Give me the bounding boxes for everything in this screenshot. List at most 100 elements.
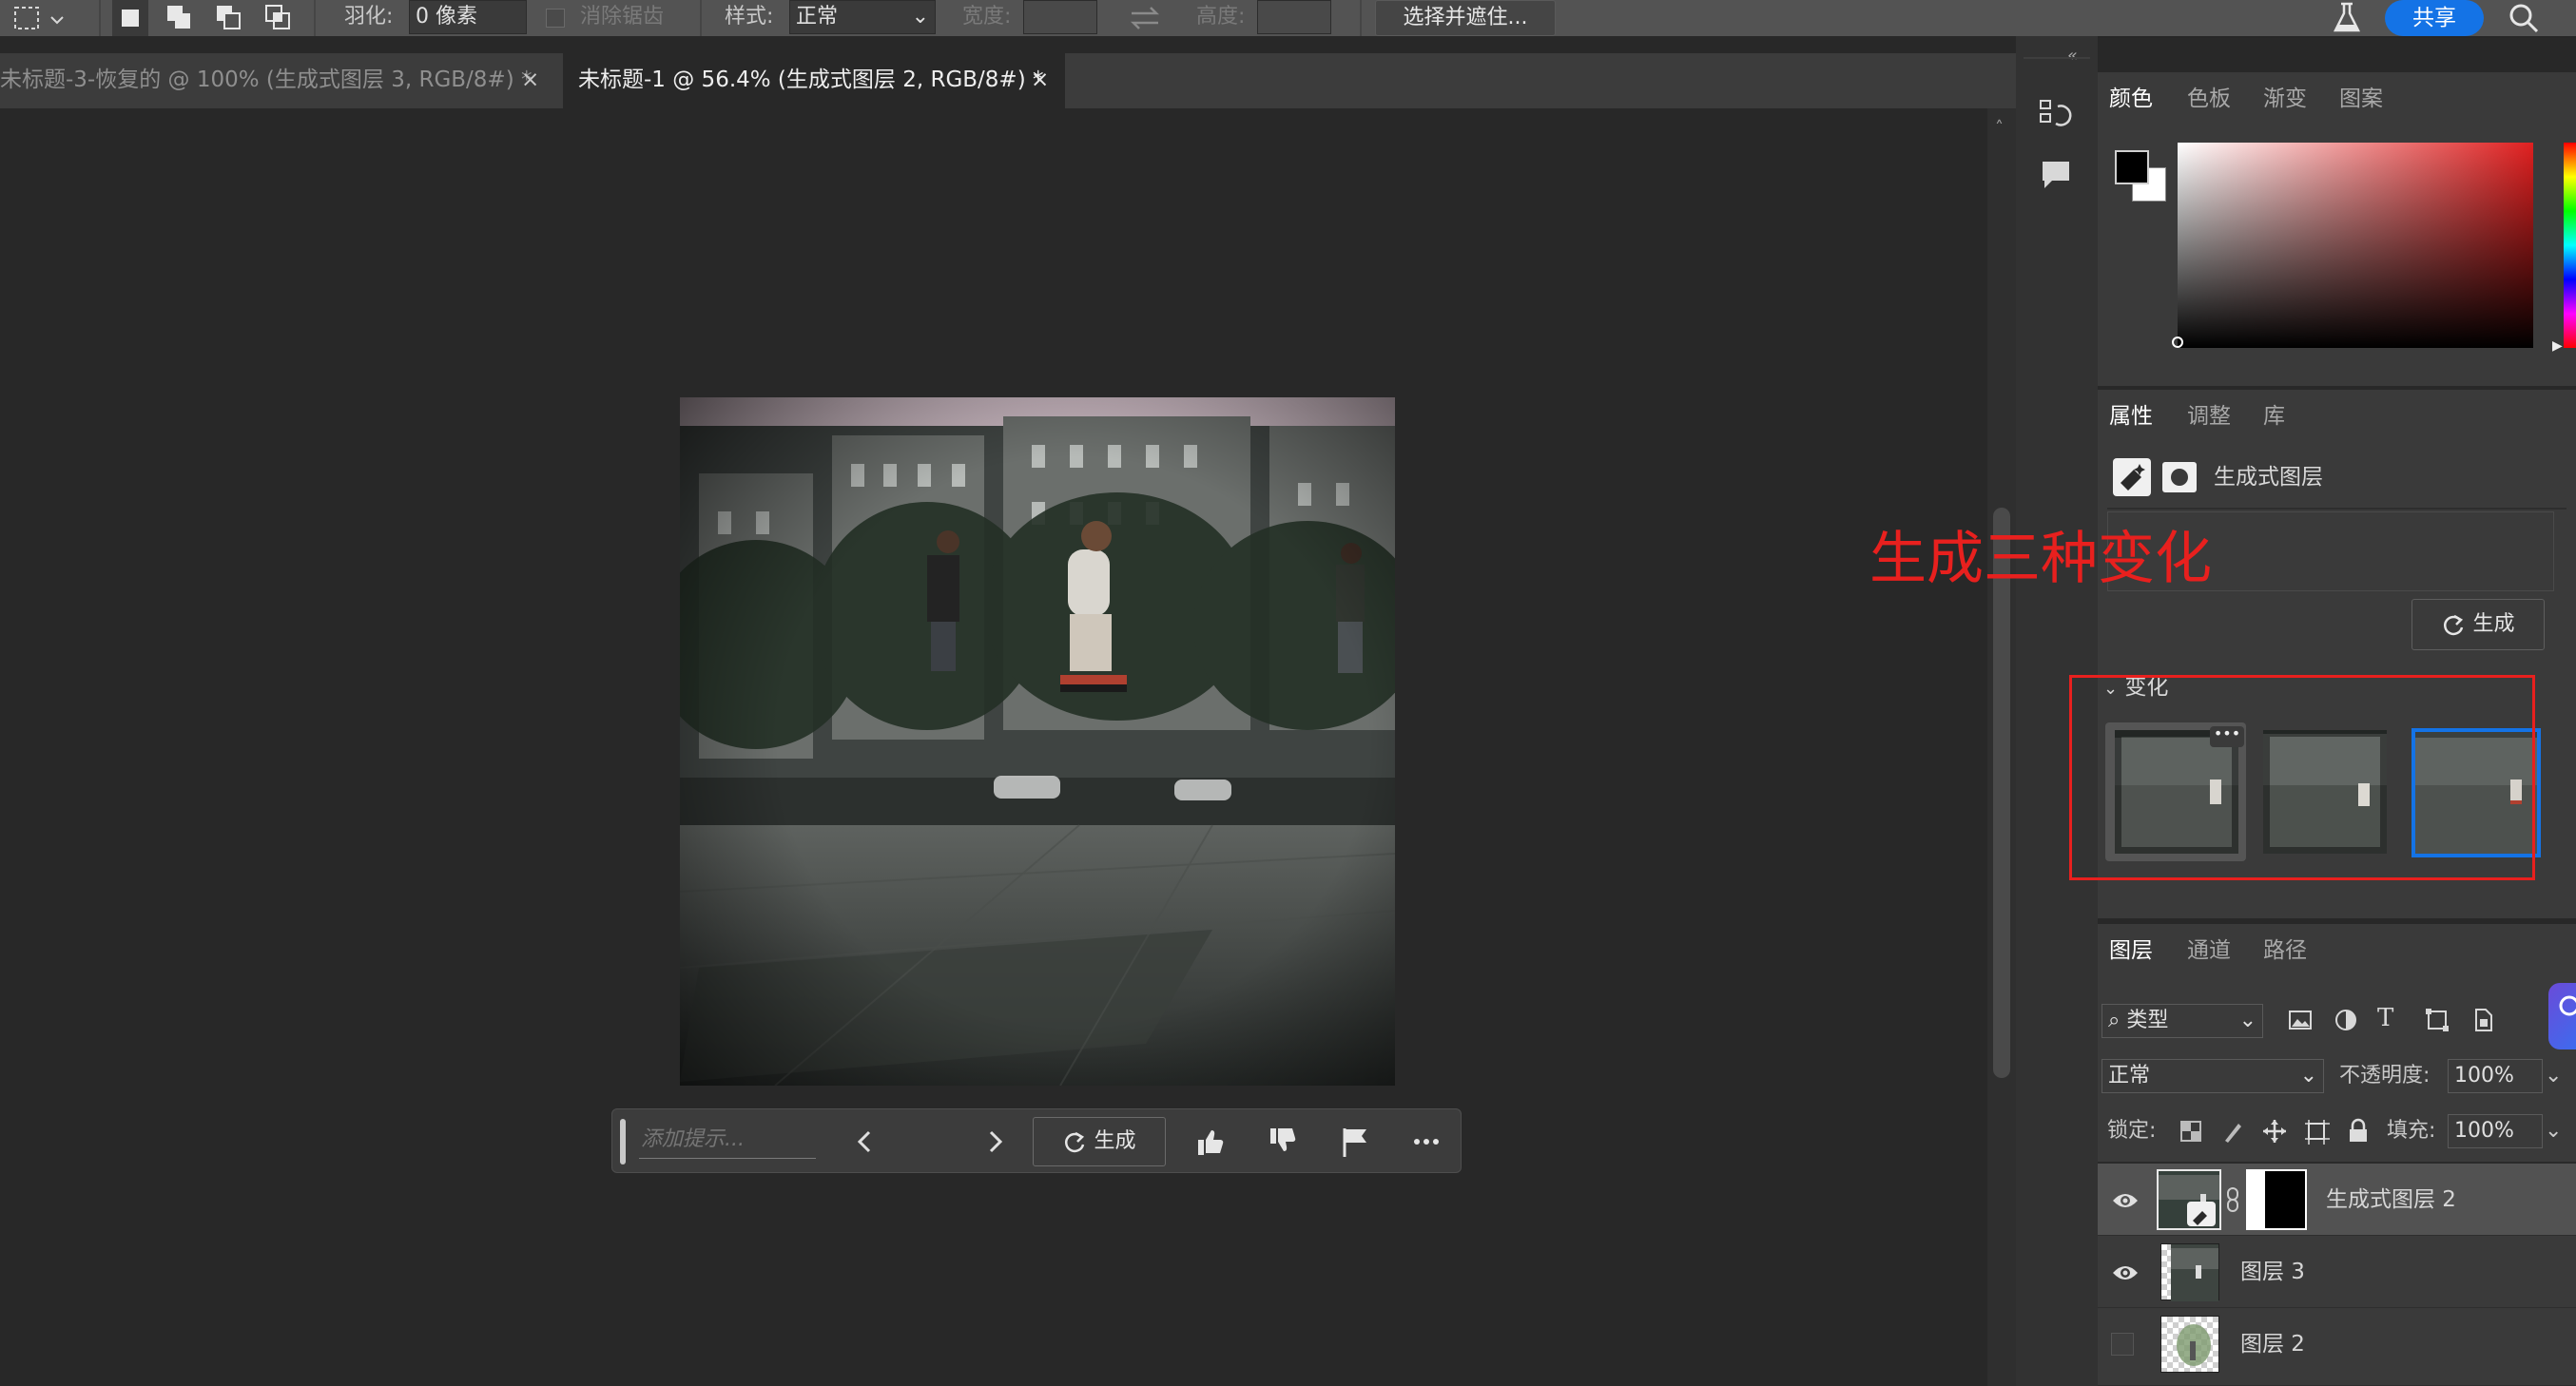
tab-label: 未标题-1 @ 56.4% (生成式图层 2, RGB/8#) * — [578, 67, 1044, 92]
marquee-tool-preset[interactable] — [10, 2, 67, 36]
tab-color[interactable]: 颜色 — [2098, 72, 2164, 127]
add-to-selection-icon[interactable] — [162, 0, 198, 36]
mask-link-icon[interactable] — [2225, 1186, 2240, 1213]
tab-document-3[interactable]: 未标题-3-恢复的 @ 100% (生成式图层 3, RGB/8#) * × — [0, 53, 561, 108]
layer-filter-value: 类型 — [2126, 1009, 2169, 1032]
document-tab-bar: 未标题-3-恢复的 @ 100% (生成式图层 3, RGB/8#) * × 未… — [0, 53, 2016, 108]
tab-channels[interactable]: 通道 — [2176, 924, 2242, 979]
beaker-icon[interactable] — [2328, 0, 2366, 36]
adjustment-filter-icon[interactable] — [2332, 1006, 2360, 1034]
style-select[interactable]: 正常 ⌄ — [789, 0, 936, 34]
opacity-label: 不透明度: — [2339, 1064, 2431, 1088]
divider — [1360, 0, 1362, 36]
tab-layers[interactable]: 图层 — [2098, 924, 2164, 979]
chevron-down-icon: ⌄ — [911, 5, 929, 29]
close-icon[interactable]: × — [1031, 53, 1049, 106]
layer-name[interactable]: 生成式图层 2 — [2326, 1164, 2456, 1236]
generate-button-label: 生成 — [1094, 1129, 1136, 1153]
generate-button[interactable]: 生成 — [1033, 1117, 1166, 1166]
layer-thumbnail[interactable] — [2160, 1316, 2219, 1373]
lock-image-brush-icon[interactable] — [2219, 1118, 2246, 1145]
swap-width-height-icon[interactable] — [1126, 4, 1164, 32]
foreground-color-swatch[interactable] — [2115, 150, 2149, 184]
chevron-down-icon[interactable]: ⌄ — [2545, 1114, 2567, 1148]
color-swatches[interactable] — [2113, 148, 2170, 205]
tab-adjustments[interactable]: 调整 — [2176, 390, 2242, 445]
antialias-checkbox[interactable] — [546, 9, 565, 28]
tab-patterns[interactable]: 图案 — [2328, 72, 2394, 127]
feather-label: 羽化: — [344, 5, 394, 29]
history-icon[interactable] — [2037, 97, 2075, 135]
assistant-fab-icon[interactable] — [2548, 983, 2576, 1049]
intersect-selection-icon[interactable] — [261, 0, 297, 36]
properties-generate-button[interactable]: 生成 — [2411, 599, 2545, 650]
feather-input[interactable]: 0 像素 — [409, 0, 527, 34]
scroll-up-icon[interactable]: ˄ — [1995, 118, 2004, 138]
collapse-panels-icon[interactable]: « — [2067, 46, 2078, 66]
share-button[interactable]: 共享 — [2385, 0, 2484, 36]
prompt-input[interactable] — [639, 1121, 816, 1159]
comments-icon[interactable] — [2037, 156, 2075, 194]
layer-thumbnail[interactable] — [2160, 1243, 2219, 1301]
layer-name[interactable]: 图层 3 — [2240, 1236, 2305, 1308]
eye-icon[interactable] — [2111, 1259, 2140, 1287]
layer-row-layer-2[interactable]: 图层 2 — [2098, 1308, 2576, 1386]
type-filter-icon[interactable]: T — [2377, 1004, 2406, 1032]
tab-paths[interactable]: 路径 — [2252, 924, 2318, 979]
refresh-icon — [1062, 1129, 1087, 1154]
tab-libraries[interactable]: 库 — [2252, 390, 2296, 445]
lock-artboard-icon[interactable] — [2303, 1118, 2330, 1145]
thumbs-down-icon[interactable] — [1263, 1123, 1301, 1161]
eye-icon[interactable] — [2111, 1186, 2140, 1215]
style-label: 样式: — [725, 5, 774, 29]
flag-icon[interactable] — [1335, 1123, 1373, 1161]
blend-mode-select[interactable]: 正常 ⌄ — [2101, 1059, 2324, 1093]
layer-row-generative-layer-2[interactable]: 生成式图层 2 — [2098, 1164, 2576, 1236]
fill-label: 填充: — [2387, 1119, 2436, 1143]
drag-handle[interactable] — [620, 1119, 626, 1165]
select-and-mask-button[interactable]: 选择并遮住... — [1375, 0, 1556, 36]
search-icon: ⌕ — [2108, 1009, 2121, 1032]
tab-properties[interactable]: 属性 — [2098, 390, 2164, 445]
mask-icon[interactable] — [2162, 462, 2197, 492]
chevron-down-icon: ⌄ — [2299, 1064, 2317, 1088]
hue-slider-handle[interactable]: ▶ — [2552, 338, 2563, 354]
width-input[interactable] — [1023, 0, 1097, 34]
hue-slider[interactable] — [2564, 143, 2576, 348]
layer-name[interactable]: 图层 2 — [2240, 1308, 2305, 1380]
layer-filter-select[interactable]: ⌕ 类型 ⌄ — [2101, 1004, 2263, 1038]
lock-transparent-icon[interactable] — [2178, 1118, 2204, 1145]
visibility-toggle-off[interactable] — [2111, 1333, 2134, 1356]
tab-document-1[interactable]: 未标题-1 @ 56.4% (生成式图层 2, RGB/8#) * × — [563, 53, 1065, 108]
close-icon[interactable]: × — [521, 53, 539, 106]
subtract-from-selection-icon[interactable] — [211, 0, 247, 36]
fill-input[interactable]: 100% — [2448, 1114, 2543, 1148]
tab-gradients[interactable]: 渐变 — [2252, 72, 2318, 127]
image-filter-icon[interactable] — [2286, 1006, 2315, 1034]
layer-row-layer-3[interactable]: 图层 3 — [2098, 1236, 2576, 1308]
divider — [2107, 508, 2566, 510]
opacity-input[interactable]: 100% — [2448, 1059, 2543, 1093]
shape-filter-icon[interactable] — [2423, 1006, 2451, 1034]
lock-all-icon[interactable] — [2345, 1118, 2372, 1145]
layer-thumbnail[interactable] — [2157, 1169, 2221, 1230]
chevron-down-icon[interactable]: ⌄ — [2545, 1059, 2567, 1093]
new-selection-icon[interactable] — [112, 0, 148, 36]
canvas-scrollbar[interactable]: ˄ — [1987, 108, 2016, 1386]
search-icon[interactable] — [2505, 0, 2543, 36]
chevron-right-icon[interactable] — [976, 1123, 1014, 1161]
thumbs-up-icon[interactable] — [1191, 1123, 1229, 1161]
lock-position-move-icon[interactable] — [2261, 1118, 2288, 1145]
blend-mode-value: 正常 — [2108, 1064, 2151, 1088]
smart-object-filter-icon[interactable] — [2469, 1006, 2497, 1034]
chevron-left-icon[interactable] — [846, 1123, 884, 1161]
height-input[interactable] — [1257, 0, 1331, 34]
color-picker-handle[interactable] — [2172, 337, 2183, 348]
more-options-icon[interactable] — [1407, 1123, 1445, 1161]
color-picker-field[interactable] — [2172, 143, 2533, 348]
tab-swatches[interactable]: 色板 — [2176, 72, 2242, 127]
layer-mask-thumbnail[interactable] — [2246, 1169, 2307, 1230]
color-panel-tabs: 颜色 色板 渐变 图案 — [2098, 72, 2576, 127]
divider — [99, 0, 101, 36]
tab-label: 未标题-3-恢复的 @ 100% (生成式图层 3, RGB/8#) * — [0, 67, 533, 92]
